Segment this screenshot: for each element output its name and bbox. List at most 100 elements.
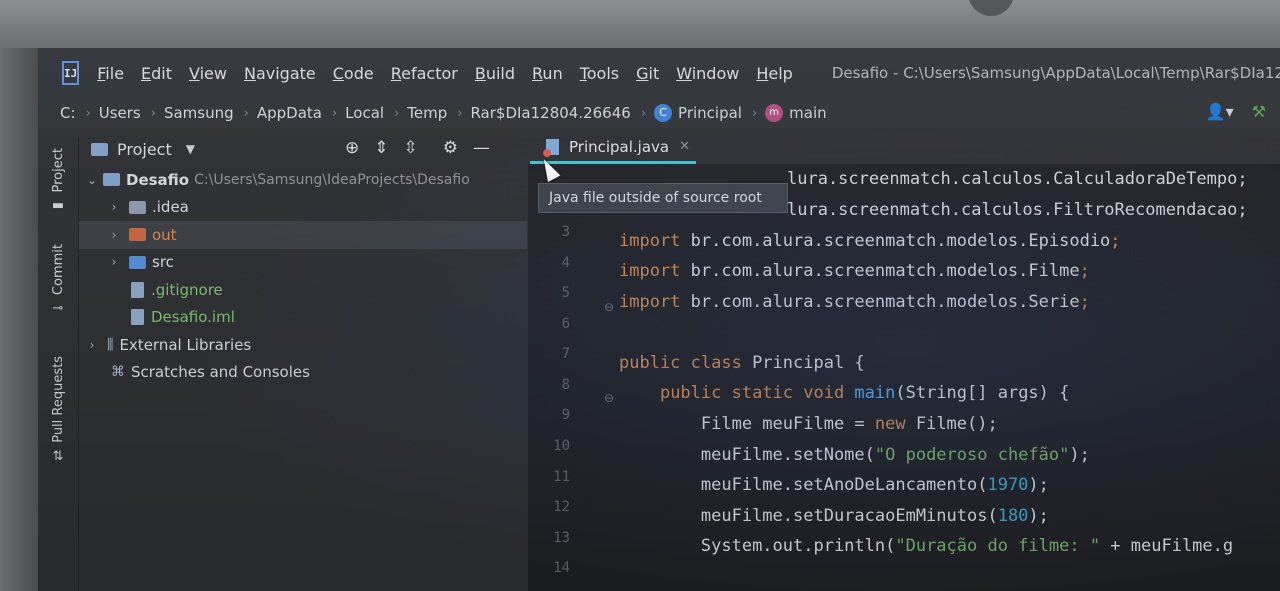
webcam bbox=[968, 0, 1014, 16]
tree-item-src[interactable]: › src bbox=[79, 249, 527, 277]
project-view-icon bbox=[91, 142, 108, 156]
breadcrumb-rar-folder[interactable]: Rar$DIa12804.26646 bbox=[470, 104, 630, 122]
breadcrumb-separator-icon: › bbox=[394, 105, 400, 121]
tree-item-gitignore[interactable]: .gitignore bbox=[79, 276, 527, 304]
tree-item-scratches[interactable]: ⌘ Scratches and Consoles bbox=[79, 359, 527, 387]
menu-help[interactable]: Help bbox=[756, 64, 792, 83]
pull-requests-tool-button[interactable]: Pull Requests ⇅ bbox=[46, 356, 70, 464]
editor-tab-label: Principal.java bbox=[569, 137, 670, 156]
menu-refactor[interactable]: Refactor bbox=[391, 64, 458, 83]
breadcrumb-class[interactable]: C Principal bbox=[654, 104, 742, 123]
breadcrumb-separator-icon: › bbox=[640, 105, 647, 121]
project-panel: Project ▼ ⊕ ⇕ ⇳ ⚙ — ⌄ Desafio C:\Users\S… bbox=[79, 132, 527, 591]
tree-item-label: Scratches and Consoles bbox=[131, 363, 310, 382]
editor-tab-principal[interactable]: Principal.java ✕ bbox=[530, 132, 696, 164]
breadcrumb-temp[interactable]: Temp bbox=[407, 104, 447, 122]
class-icon: C bbox=[654, 104, 673, 123]
minimize-icon[interactable]: — bbox=[473, 138, 490, 158]
line-number: 7 bbox=[561, 346, 570, 362]
commit-tool-label: Commit bbox=[50, 244, 66, 296]
source-folder-icon bbox=[129, 255, 146, 269]
menu-edit[interactable]: Edit bbox=[141, 64, 172, 83]
chevron-down-icon[interactable]: ⌄ bbox=[85, 173, 99, 187]
line-number: 5 bbox=[561, 285, 570, 301]
folder-icon bbox=[129, 200, 146, 214]
code-line-9: Filme meuFilme = new Filme(); bbox=[700, 414, 998, 434]
laptop-bezel-top bbox=[0, 0, 1280, 48]
build-hammer-icon[interactable]: ⚒ bbox=[1252, 102, 1266, 121]
code-line-2: lura.screenmatch.calculos.FiltroRecomend… bbox=[787, 200, 1248, 220]
line-number: 6 bbox=[561, 316, 570, 332]
tree-item-external-libraries[interactable]: › ⫼ External Libraries bbox=[79, 331, 527, 359]
close-icon[interactable]: ✕ bbox=[679, 139, 690, 154]
code-line-10: meuFilme.setNome("O poderoso chefão"); bbox=[700, 445, 1090, 465]
line-number: 10 bbox=[553, 438, 570, 454]
breadcrumb-method[interactable]: m main bbox=[765, 104, 827, 123]
menu-view[interactable]: View bbox=[189, 64, 227, 83]
tree-item-label: .idea bbox=[152, 198, 189, 217]
chevron-down-icon[interactable]: ▼ bbox=[186, 142, 195, 156]
menu-navigate[interactable]: Navigate bbox=[244, 64, 316, 83]
project-panel-header: Project ▼ ⊕ ⇕ ⇳ ⚙ — bbox=[79, 132, 527, 166]
menu-code[interactable]: Code bbox=[333, 64, 374, 83]
breadcrumb-users[interactable]: Users bbox=[99, 104, 141, 122]
tree-item-label: External Libraries bbox=[119, 335, 252, 354]
pull-requests-tool-label: Pull Requests bbox=[50, 356, 66, 443]
file-icon bbox=[131, 309, 144, 326]
breadcrumb-local[interactable]: Local bbox=[345, 104, 384, 122]
commit-icon: ⊸ bbox=[52, 301, 64, 317]
module-folder-icon bbox=[103, 173, 120, 187]
fold-marker-icon[interactable]: ⊖ bbox=[604, 300, 614, 314]
tree-item-label: src bbox=[152, 253, 174, 272]
breadcrumb-separator-icon: › bbox=[85, 105, 91, 121]
tab-tooltip: Java file outside of source root bbox=[538, 183, 788, 213]
breadcrumb-appdata[interactable]: AppData bbox=[257, 104, 322, 122]
menu-build[interactable]: Build bbox=[475, 64, 515, 83]
breadcrumb-separator-icon: › bbox=[331, 105, 338, 121]
menu-run[interactable]: Run bbox=[532, 64, 563, 83]
expand-all-icon[interactable]: ⇕ bbox=[374, 138, 388, 158]
gear-icon[interactable]: ⚙ bbox=[443, 138, 458, 158]
tree-root-label: Desafio bbox=[126, 170, 190, 189]
collapse-all-icon[interactable]: ⇳ bbox=[404, 138, 418, 158]
method-icon: m bbox=[765, 104, 784, 123]
user-account-icon[interactable]: 👤▾ bbox=[1206, 102, 1234, 121]
line-number: 14 bbox=[553, 560, 570, 576]
breadcrumb-drive[interactable]: C: bbox=[60, 104, 76, 122]
menu-file[interactable]: File bbox=[97, 64, 124, 83]
breadcrumb-separator-icon: › bbox=[243, 105, 249, 121]
tree-item-label: out bbox=[152, 225, 177, 244]
library-icon: ⫼ bbox=[107, 336, 114, 353]
tree-item-out[interactable]: › out bbox=[79, 221, 527, 249]
project-view-selector[interactable]: Project bbox=[117, 140, 172, 159]
menu-tools[interactable]: Tools bbox=[580, 64, 619, 83]
line-number: 4 bbox=[561, 255, 570, 271]
code-line-12: meuFilme.setDuracaoEmMinutos(180); bbox=[700, 506, 1049, 526]
tree-root-path: C:\Users\Samsung\IdeaProjects\Desafio bbox=[194, 171, 470, 188]
intellij-logo-icon[interactable]: IJ bbox=[62, 61, 80, 85]
tree-item-desafio-iml[interactable]: Desafio.iml bbox=[79, 304, 527, 332]
navbar-actions: 👤▾ ⚒ bbox=[1206, 102, 1266, 121]
chevron-right-icon[interactable]: › bbox=[85, 338, 99, 352]
fold-marker-icon[interactable]: ⊖ bbox=[604, 391, 614, 405]
left-tool-strip: Project ▬ Commit ⊸ Pull Requests ⇅ bbox=[38, 138, 79, 591]
menu-window[interactable]: Window bbox=[676, 64, 739, 83]
tree-item-idea[interactable]: › .idea bbox=[79, 194, 527, 222]
chevron-right-icon[interactable]: › bbox=[107, 200, 121, 214]
code-line-3: import br.com.alura.screenmatch.modelos.… bbox=[619, 231, 1121, 251]
line-number-gutter: 2 3 4 5 6 7 8 9 10 11 12 13 14 bbox=[528, 164, 590, 591]
commit-tool-button[interactable]: Commit ⊸ bbox=[46, 244, 70, 316]
project-tool-label: Project bbox=[50, 148, 66, 193]
menu-bar: IJ File Edit View Navigate Code Refactor… bbox=[38, 48, 1280, 98]
menu-git[interactable]: Git bbox=[636, 64, 659, 83]
editor-tab-bar: Principal.java ✕ bbox=[528, 132, 1280, 164]
breadcrumb-separator-icon: › bbox=[751, 105, 758, 121]
line-number: 12 bbox=[553, 499, 570, 515]
chevron-right-icon[interactable]: › bbox=[107, 255, 121, 269]
tree-root-desafio[interactable]: ⌄ Desafio C:\Users\Samsung\IdeaProjects\… bbox=[79, 166, 527, 194]
project-tool-button[interactable]: Project ▬ bbox=[46, 148, 70, 213]
chevron-right-icon[interactable]: › bbox=[107, 228, 121, 242]
breadcrumb-samsung[interactable]: Samsung bbox=[164, 104, 234, 122]
navigation-bar: C: › Users › Samsung › AppData › Local › Temp… bbox=[38, 98, 1280, 128]
locate-file-icon[interactable]: ⊕ bbox=[345, 138, 359, 158]
